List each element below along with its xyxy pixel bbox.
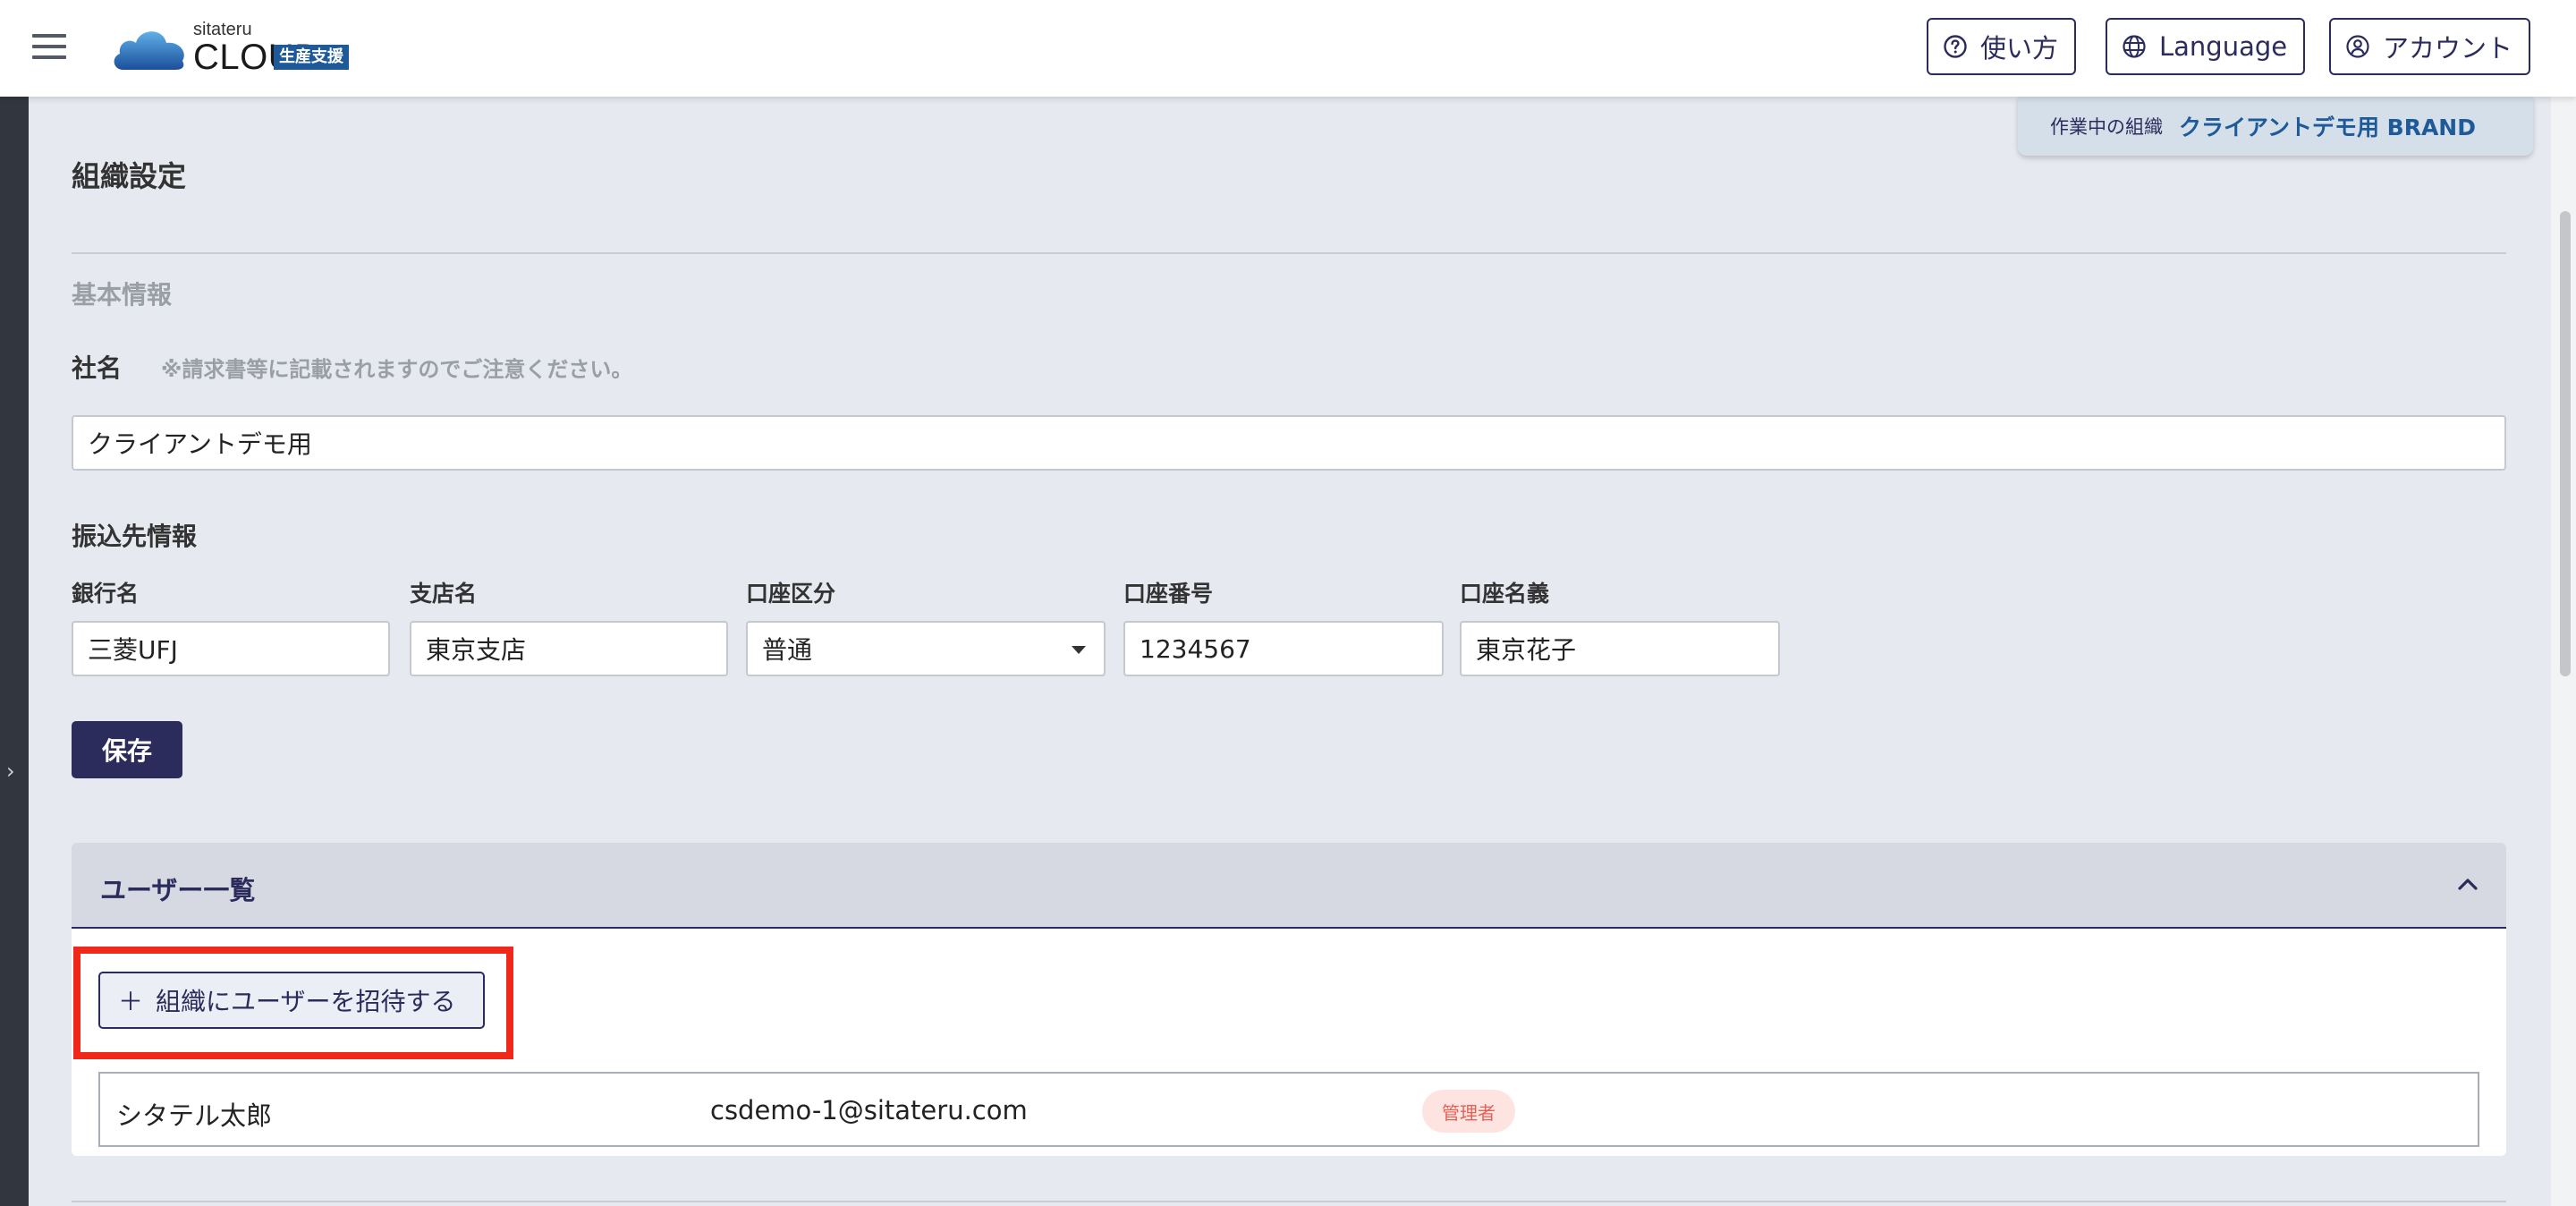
chevron-right-icon[interactable]: › [6,759,15,784]
bank-name-label: 銀行名 [72,581,140,607]
plus-icon: ＋ [118,987,144,1016]
question-circle-icon [1944,35,1967,58]
current-organization-tab: 作業中の組織 クライアントデモ用 BRAND [2018,97,2533,156]
sitateru-cloud-logo[interactable]: sitateru CLOUD 生産支援 [111,18,415,77]
account-number-value: 1234567 [1140,633,1251,664]
account-type-label: 口座区分 [746,581,836,607]
language-button-label: Language [2159,31,2288,62]
chevron-up-icon[interactable] [2456,873,2479,896]
bank-info-heading: 振込先情報 [72,522,198,551]
account-button[interactable]: アカウント [2329,18,2531,75]
account-button-label: アカウント [2383,33,2513,64]
user-email: csdemo-1@sitateru.com [710,1095,1028,1125]
users-panel: ユーザー一覧 ＋ 組織にユーザーを招待する シタテル太郎 csdemo-1@si… [72,843,2506,1156]
menu-icon[interactable] [32,34,66,61]
help-button[interactable]: 使い方 [1927,18,2077,75]
account-holder-input[interactable]: 東京花子 [1460,621,1780,676]
globe-icon [2123,35,2146,58]
save-button[interactable]: 保存 [72,721,182,778]
account-type-value: 普通 [762,635,813,665]
cloud-logo-icon [114,31,184,70]
bank-name-value: 三菱UFJ [88,635,178,665]
title-divider [72,252,2506,254]
top-bar: sitateru CLOUD 生産支援 使い方 Language アカウント [0,0,2576,97]
users-panel-title: ユーザー一覧 [100,875,256,905]
bottom-divider [72,1201,2506,1202]
help-button-label: 使い方 [1980,33,2059,64]
account-number-input[interactable]: 1234567 [1123,621,1444,676]
company-name-label: 社名 [72,353,123,383]
invite-user-label: 組織にユーザーを招待する [156,987,456,1016]
branch-name-label: 支店名 [410,581,478,607]
role-badge: 管理者 [1422,1090,1515,1133]
branch-name-value: 東京支店 [426,635,527,665]
company-name-note: ※請求書等に記載されますのでご注意ください。 [161,357,633,382]
current-org-label: 作業中の組織 [2049,116,2163,138]
page-title: 組織設定 [72,159,187,193]
invite-user-button[interactable]: ＋ 組織にユーザーを招待する [98,972,485,1029]
users-panel-header[interactable]: ユーザー一覧 [72,843,2506,929]
basic-info-heading: 基本情報 [72,280,173,310]
user-circle-icon [2346,35,2369,58]
current-org-name: クライアントデモ用 BRAND [2178,115,2476,140]
account-holder-value: 東京花子 [1476,635,1577,665]
account-number-label: 口座番号 [1123,581,1214,607]
user-row[interactable]: シタテル太郎 csdemo-1@sitateru.com 管理者 [98,1072,2479,1147]
language-button[interactable]: Language [2106,18,2306,75]
account-type-select[interactable]: 普通 [746,621,1106,676]
user-name: シタテル太郎 [116,1100,273,1131]
bank-name-input[interactable]: 三菱UFJ [72,621,390,676]
page-scrollbar[interactable] [2551,97,2576,1206]
company-name-value: クライアントデモ用 [88,429,312,459]
logo-badge: 生産支援 [274,45,349,70]
company-name-input[interactable]: クライアントデモ用 [72,415,2506,471]
scrollbar-thumb[interactable] [2560,211,2571,676]
caret-down-icon [1072,646,1086,654]
branch-name-input[interactable]: 東京支店 [410,621,728,676]
side-rail: › [0,97,29,1206]
account-holder-label: 口座名義 [1460,581,1550,607]
